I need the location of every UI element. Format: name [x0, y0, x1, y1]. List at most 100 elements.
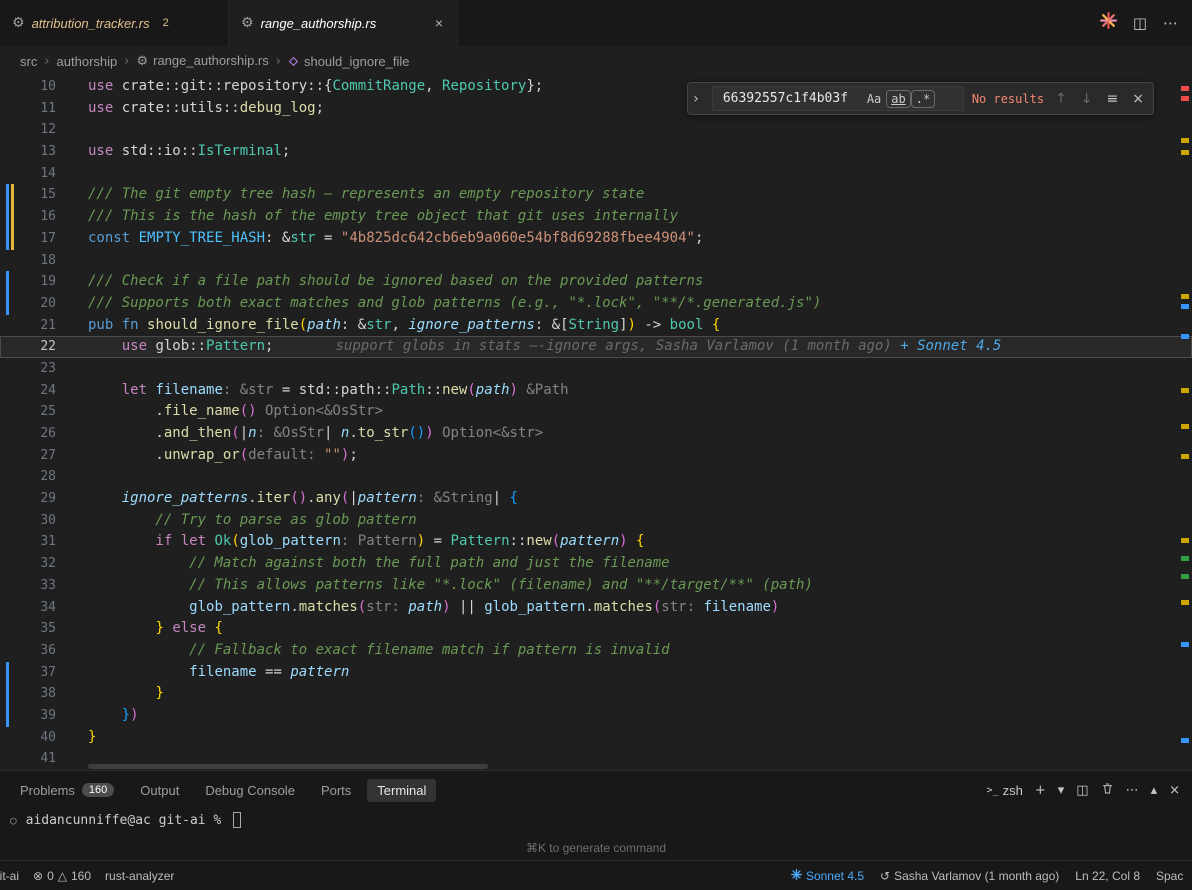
- code-text: if let Ok(glob_pattern: Pattern) = Patte…: [56, 531, 644, 553]
- tab-close-icon[interactable]: ×: [433, 15, 445, 31]
- indentation-item[interactable]: Spac: [1156, 869, 1192, 883]
- regex-toggle[interactable]: .*: [912, 91, 934, 107]
- toggle-replace-chevron-icon[interactable]: ›: [688, 83, 704, 114]
- code-line[interactable]: 38 }: [0, 683, 1192, 705]
- maximize-panel-icon[interactable]: ▴: [1151, 783, 1158, 798]
- code-line[interactable]: 13use std::io::IsTerminal;: [0, 141, 1192, 163]
- code-line[interactable]: 35 } else {: [0, 618, 1192, 640]
- new-terminal-icon[interactable]: +: [1035, 783, 1046, 798]
- terminal-prompt-line[interactable]: ○ aidancunniffe@ac git-ai %: [0, 812, 1192, 828]
- line-number: 30: [0, 510, 56, 532]
- breadcrumb-authorship[interactable]: authorship: [57, 54, 118, 69]
- find-close-icon[interactable]: ×: [1129, 90, 1147, 108]
- breadcrumb-file[interactable]: ⚙range_authorship.rs: [136, 53, 268, 69]
- find-widget: › Aa ab .* No results ↑ ↓ ≡ ×: [687, 82, 1154, 115]
- code-line[interactable]: 16/// This is the hash of the empty tree…: [0, 206, 1192, 228]
- code-line[interactable]: 21pub fn should_ignore_file(path: &str, …: [0, 315, 1192, 337]
- code-line[interactable]: 26 .and_then(|n: &OsStr| n.to_str()) Opt…: [0, 423, 1192, 445]
- line-number: 10: [0, 76, 56, 98]
- code-line[interactable]: 31 if let Ok(glob_pattern: Pattern) = Pa…: [0, 531, 1192, 553]
- sonnet-model-item[interactable]: Sonnet 4.5: [791, 869, 864, 883]
- code-line[interactable]: 19/// Check if a file path should be ign…: [0, 271, 1192, 293]
- rust-file-icon: ⚙: [241, 15, 254, 31]
- line-number: 23: [0, 358, 56, 380]
- panel-tab-ports[interactable]: Ports: [311, 779, 361, 802]
- code-line[interactable]: 14: [0, 163, 1192, 185]
- code-line[interactable]: 40}: [0, 727, 1192, 749]
- code-line[interactable]: 36 // Fallback to exact filename match i…: [0, 640, 1192, 662]
- overview-ruler-mark: [1181, 138, 1189, 143]
- code-line[interactable]: 27 .unwrap_or(default: "");: [0, 445, 1192, 467]
- gutter-change-bar: [6, 293, 9, 315]
- find-next-icon[interactable]: ↓: [1078, 90, 1096, 108]
- split-terminal-icon[interactable]: ◫: [1076, 783, 1088, 798]
- code-text: }): [56, 705, 139, 727]
- rust-analyzer-status-item[interactable]: rust-analyzer: [105, 869, 174, 883]
- tab-range-authorship[interactable]: ⚙ range_authorship.rs ×: [229, 0, 458, 46]
- breadcrumb-symbol[interactable]: should_ignore_file: [288, 54, 410, 69]
- more-actions-icon[interactable]: ⋯: [1163, 14, 1178, 32]
- find-previous-icon[interactable]: ↑: [1052, 90, 1070, 108]
- whole-word-toggle[interactable]: ab: [887, 91, 909, 107]
- code-line[interactable]: 28: [0, 466, 1192, 488]
- tab-problems-badge: 2: [163, 17, 169, 29]
- code-editor[interactable]: 10use crate::git::repository::{CommitRan…: [0, 76, 1192, 770]
- code-line[interactable]: 24 let filename: &str = std::path::Path:…: [0, 380, 1192, 402]
- code-line[interactable]: 29 ignore_patterns.iter().any(|pattern: …: [0, 488, 1192, 510]
- code-line[interactable]: 12: [0, 119, 1192, 141]
- code-line[interactable]: 23: [0, 358, 1192, 380]
- code-line[interactable]: 18: [0, 250, 1192, 272]
- panel-more-actions-icon[interactable]: ⋯: [1126, 783, 1139, 798]
- line-number: 12: [0, 119, 56, 141]
- code-text: [56, 119, 88, 141]
- code-line[interactable]: 32 // Match against both the full path a…: [0, 553, 1192, 575]
- terminal-prompt: aidancunniffe@ac git-ai %: [26, 813, 222, 828]
- overview-ruler-mark: [1181, 96, 1189, 101]
- breadcrumb-src[interactable]: src: [20, 54, 37, 69]
- line-number: 33: [0, 575, 56, 597]
- code-text: [56, 358, 88, 380]
- cursor-position-item[interactable]: Ln 22, Col 8: [1075, 869, 1140, 883]
- close-panel-icon[interactable]: ×: [1169, 783, 1180, 798]
- code-line[interactable]: 15/// The git empty tree hash — represen…: [0, 184, 1192, 206]
- panel-tab-problems[interactable]: Problems160: [10, 779, 124, 802]
- horizontal-scrollbar[interactable]: [88, 764, 488, 769]
- line-number: 26: [0, 423, 56, 445]
- editor-tab-bar: ⚙ attribution_tracker.rs 2 ⚙ range_autho…: [0, 0, 1192, 46]
- code-line[interactable]: 17const EMPTY_TREE_HASH: &str = "4b825dc…: [0, 228, 1192, 250]
- code-line[interactable]: 30 // Try to parse as glob pattern: [0, 510, 1192, 532]
- code-line[interactable]: 34 glob_pattern.matches(str: path) || gl…: [0, 597, 1192, 619]
- find-input[interactable]: [721, 90, 861, 107]
- git-branch-item[interactable]: git-ai: [0, 869, 19, 883]
- terminal-dropdown-icon[interactable]: ▾: [1058, 783, 1065, 798]
- vscode-window: ⚙ attribution_tracker.rs 2 ⚙ range_autho…: [0, 0, 1192, 890]
- claude-extension-icon[interactable]: [1100, 12, 1117, 34]
- line-number: 32: [0, 553, 56, 575]
- code-text: use crate::git::repository::{CommitRange…: [56, 76, 543, 98]
- kill-terminal-icon[interactable]: [1101, 782, 1114, 799]
- find-in-selection-icon[interactable]: ≡: [1104, 90, 1122, 108]
- code-line[interactable]: 22 use glob::Pattern;support globs in st…: [0, 336, 1192, 358]
- code-line[interactable]: 33 // This allows patterns like "*.lock"…: [0, 575, 1192, 597]
- code-text: [56, 163, 88, 185]
- code-line[interactable]: 37 filename == pattern: [0, 662, 1192, 684]
- overview-ruler[interactable]: [1178, 76, 1192, 770]
- code-line[interactable]: 20/// Supports both exact matches and gl…: [0, 293, 1192, 315]
- line-number: 41: [0, 748, 56, 770]
- breadcrumb-separator-icon: ›: [276, 54, 281, 69]
- code-text: // This allows patterns like "*.lock" (f…: [56, 575, 813, 597]
- code-line[interactable]: 39 }): [0, 705, 1192, 727]
- sonnet-icon: [791, 869, 802, 883]
- match-case-toggle[interactable]: Aa: [863, 91, 885, 107]
- code-text: }: [56, 727, 96, 749]
- problems-status-item[interactable]: ⊗ 0 △ 160: [33, 869, 91, 883]
- split-editor-icon[interactable]: ◫: [1133, 14, 1147, 32]
- panel-tab-debug-console[interactable]: Debug Console: [195, 779, 305, 802]
- panel-tab-output[interactable]: Output: [130, 779, 189, 802]
- overview-ruler-mark: [1181, 574, 1189, 579]
- tab-attribution-tracker[interactable]: ⚙ attribution_tracker.rs 2: [0, 0, 229, 46]
- blame-status-item[interactable]: ↺ Sasha Varlamov (1 month ago): [880, 869, 1059, 883]
- panel-tab-terminal[interactable]: Terminal: [367, 779, 436, 802]
- terminal-profile[interactable]: >_ zsh: [987, 783, 1023, 798]
- code-line[interactable]: 25 .file_name() Option<&OsStr>: [0, 401, 1192, 423]
